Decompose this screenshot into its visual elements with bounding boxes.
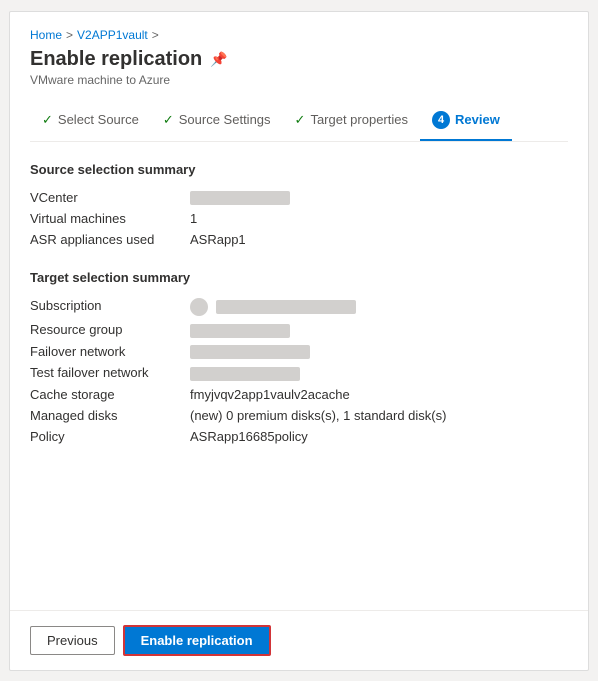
target-value-subscription — [190, 298, 568, 316]
target-label-rg: Resource group — [30, 322, 190, 338]
target-value-failover-network — [190, 344, 568, 360]
source-row-vms: Virtual machines 1 — [30, 208, 568, 229]
target-value-policy: ASRapp16685policy — [190, 429, 568, 444]
step-label-3: Target properties — [310, 112, 408, 127]
step-number-4: 4 — [432, 111, 450, 129]
page-subtitle: VMware machine to Azure — [30, 73, 568, 87]
source-value-asr: ASRapp1 — [190, 232, 568, 247]
step-target-properties[interactable]: ✓ Target properties — [283, 104, 420, 140]
source-label-vms: Virtual machines — [30, 211, 190, 226]
target-value-cache-storage: fmyjvqv2app1vaulv2acache — [190, 387, 568, 402]
target-label-test-failover: Test failover network — [30, 365, 190, 381]
target-value-test-failover — [190, 365, 568, 381]
wizard-steps: ✓ Select Source ✓ Source Settings ✓ Targ… — [30, 103, 568, 142]
target-row-cache-storage: Cache storage fmyjvqv2app1vaulv2acache — [30, 384, 568, 405]
step-source-settings[interactable]: ✓ Source Settings — [151, 104, 283, 140]
target-label-policy: Policy — [30, 429, 190, 444]
page-header: Enable replication 📌 — [30, 48, 568, 71]
source-value-vcenter — [190, 190, 568, 206]
previous-button[interactable]: Previous — [30, 626, 115, 655]
source-summary-table: VCenter Virtual machines 1 ASR appliance… — [30, 187, 568, 251]
step-select-source[interactable]: ✓ Select Source — [30, 104, 151, 140]
step-label-1: Select Source — [58, 112, 139, 127]
source-row-asr: ASR appliances used ASRapp1 — [30, 229, 568, 250]
step-check-3: ✓ — [295, 112, 306, 128]
step-review[interactable]: 4 Review — [420, 103, 512, 141]
target-row-failover-network: Failover network — [30, 341, 568, 363]
target-row-subscription: Subscription — [30, 295, 568, 319]
target-row-managed-disks: Managed disks (new) 0 premium disks(s), … — [30, 405, 568, 426]
pin-icon[interactable]: 📌 — [210, 51, 227, 68]
step-check-1: ✓ — [42, 112, 53, 128]
breadcrumb-sep2: > — [152, 28, 159, 42]
source-row-vcenter: VCenter — [30, 187, 568, 209]
source-summary-title: Source selection summary — [30, 162, 568, 177]
step-check-2: ✓ — [163, 112, 174, 128]
breadcrumb-sep1: > — [66, 28, 73, 42]
source-label-asr: ASR appliances used — [30, 232, 190, 247]
breadcrumb-home[interactable]: Home — [30, 28, 62, 42]
footer: Previous Enable replication — [10, 610, 588, 670]
step-label-2: Source Settings — [179, 112, 271, 127]
target-row-policy: Policy ASRapp16685policy — [30, 426, 568, 447]
source-value-vms: 1 — [190, 211, 568, 226]
target-value-managed-disks: (new) 0 premium disks(s), 1 standard dis… — [190, 408, 568, 423]
target-summary-title: Target selection summary — [30, 270, 568, 285]
target-label-failover-network: Failover network — [30, 344, 190, 360]
target-value-rg — [190, 322, 568, 338]
target-label-subscription: Subscription — [30, 298, 190, 316]
breadcrumb-vault[interactable]: V2APP1vault — [77, 28, 148, 42]
target-label-managed-disks: Managed disks — [30, 408, 190, 423]
step-label-4: Review — [455, 112, 500, 127]
target-label-cache-storage: Cache storage — [30, 387, 190, 402]
source-label-vcenter: VCenter — [30, 190, 190, 206]
page-title: Enable replication — [30, 48, 202, 71]
target-summary-table: Subscription Resource group Failover net… — [30, 295, 568, 447]
target-row-test-failover: Test failover network — [30, 362, 568, 384]
breadcrumb: Home > V2APP1vault > — [30, 28, 568, 42]
enable-replication-button[interactable]: Enable replication — [123, 625, 271, 656]
target-row-rg: Resource group — [30, 319, 568, 341]
